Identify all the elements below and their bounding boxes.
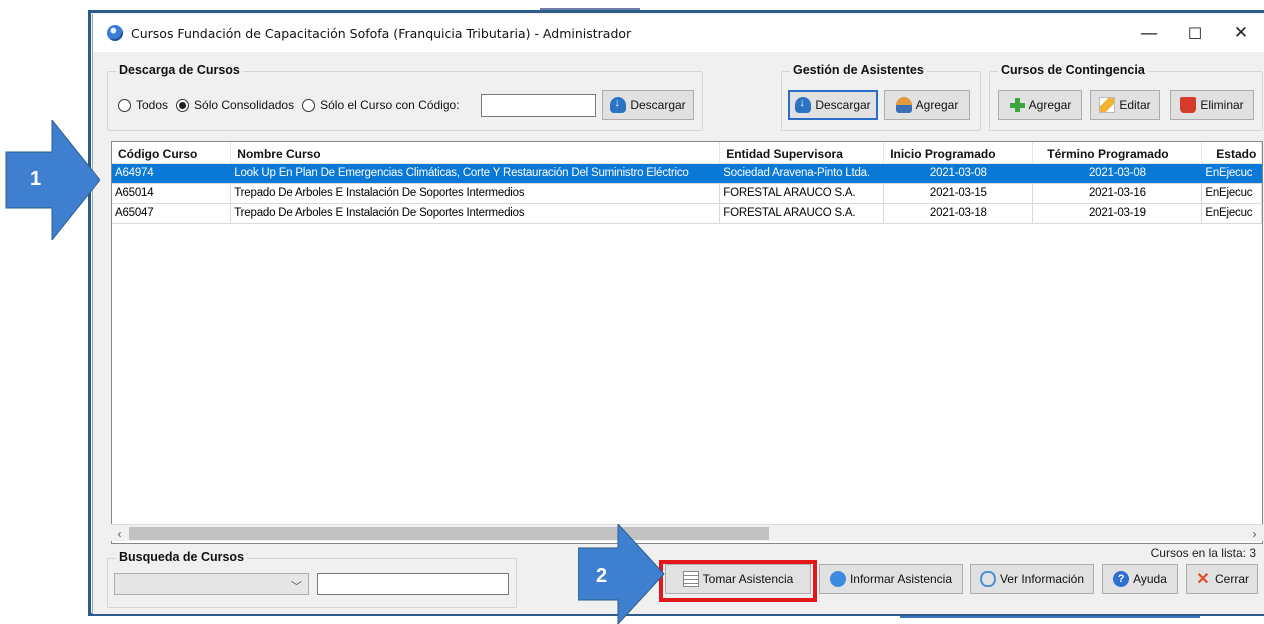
app-globe-icon [107, 25, 123, 41]
radio-label: Todos [136, 98, 169, 112]
users-icon [895, 97, 912, 113]
horizontal-scrollbar[interactable]: ‹ › [111, 524, 1263, 541]
cell-start: 2021-03-08 [884, 164, 1034, 183]
scroll-left-icon[interactable]: ‹ [111, 525, 128, 542]
title-bar[interactable]: Cursos Fundación de Capacitación Sofofa … [93, 14, 1264, 52]
column-header[interactable]: Inicio Programado [884, 142, 1034, 163]
view-info-button[interactable]: Ver Información [970, 564, 1094, 594]
button-label: Ver Información [999, 572, 1085, 586]
button-label: Editar [1119, 98, 1151, 112]
cell-code: A65047 [112, 204, 232, 223]
button-label: Ayuda [1133, 572, 1167, 586]
group-title: Gestión de Asistentes [790, 63, 927, 77]
cell-status: EnEjecuc [1202, 184, 1262, 203]
plus-icon [1009, 97, 1025, 113]
column-header[interactable]: Entidad Supervisora [720, 142, 885, 163]
search-field-select[interactable]: ﹀ [114, 573, 309, 595]
cell-name: Trepado De Arboles E Instalación De Sopo… [231, 204, 721, 223]
radio-label: Sólo Consolidados [194, 98, 295, 112]
pencil-icon [1099, 97, 1116, 113]
radio-solo-codigo[interactable] [302, 98, 316, 112]
cell-start: 2021-03-15 [884, 184, 1034, 203]
course-code-input[interactable] [481, 94, 596, 117]
add-attendee-button[interactable]: Agregar [884, 90, 970, 120]
trash-icon [1180, 97, 1197, 113]
table-row[interactable]: A65047 Trepado De Arboles E Instalación … [112, 204, 1262, 224]
cell-status: EnEjecuc [1202, 164, 1262, 183]
contingency-courses-group: Cursos de Contingencia Agregar Editar El… [989, 63, 1263, 131]
button-label: Descargar [815, 98, 871, 112]
search-courses-group: Busqueda de Cursos ﹀ [107, 550, 517, 608]
eye-icon [979, 571, 996, 587]
column-header[interactable]: Término Programado [1033, 142, 1203, 163]
help-icon: ? [1113, 571, 1130, 587]
group-title: Busqueda de Cursos [116, 550, 248, 564]
cell-end: 2021-03-08 [1033, 164, 1203, 183]
cloud-download-icon [610, 97, 627, 113]
column-header[interactable]: Estado [1202, 142, 1262, 163]
cell-code: A64974 [112, 164, 232, 183]
download-courses-group: Descarga de Cursos Todos Sólo Consolidad… [107, 63, 703, 131]
radio-todos[interactable] [118, 98, 131, 112]
column-header[interactable]: Nombre Curso [231, 142, 721, 163]
radio-solo-consolidados[interactable] [176, 98, 190, 112]
cell-entity: FORESTAL ARAUCO S.A. [720, 184, 885, 203]
radio-label: Sólo el Curso con Código: [320, 98, 460, 112]
cell-name: Trepado De Arboles E Instalación De Sopo… [231, 184, 721, 203]
close-window-button[interactable]: ✕ [1218, 14, 1264, 52]
callout-number-2: 2 [596, 565, 608, 587]
cell-start: 2021-03-18 [884, 204, 1034, 223]
cell-status: EnEjecuc [1202, 204, 1262, 223]
button-label: Agregar [915, 98, 959, 112]
cell-code: A65014 [112, 184, 232, 203]
search-input[interactable] [317, 573, 509, 595]
minimize-button[interactable]: — [1126, 14, 1172, 52]
download-options: Todos Sólo Consolidados Sólo el Curso co… [118, 98, 468, 112]
cell-name: Look Up En Plan De Emergencias Climática… [231, 164, 721, 183]
cell-entity: Sociedad Aravena-Pinto Ltda. [720, 164, 885, 183]
callout-arrow-2 [578, 524, 665, 624]
courses-grid[interactable]: Código Curso Nombre Curso Entidad Superv… [111, 141, 1263, 544]
attendees-management-group: Gestión de Asistentes Descargar Agregar [781, 63, 981, 131]
close-icon: ✕ [1196, 571, 1210, 588]
send-icon [829, 571, 846, 587]
scrollbar-thumb[interactable] [129, 527, 769, 540]
table-row[interactable]: A65014 Trepado De Arboles E Instalación … [112, 184, 1262, 204]
cell-end: 2021-03-19 [1033, 204, 1203, 223]
main-window: Cursos Fundación de Capacitación Sofofa … [92, 14, 1264, 614]
cell-entity: FORESTAL ARAUCO S.A. [720, 204, 885, 223]
download-attendees-button[interactable]: Descargar [788, 90, 878, 120]
scroll-right-icon[interactable]: › [1246, 525, 1263, 542]
grid-header: Código Curso Nombre Curso Entidad Superv… [112, 142, 1262, 164]
maximize-button[interactable]: ☐ [1172, 14, 1218, 52]
callout-number-1: 1 [30, 168, 42, 190]
group-title: Descarga de Cursos [116, 63, 243, 77]
group-title: Cursos de Contingencia [998, 63, 1148, 77]
button-label: Agregar [1028, 98, 1072, 112]
add-contingency-button[interactable]: Agregar [998, 90, 1082, 120]
button-label: Eliminar [1200, 98, 1244, 112]
courses-count-label: Cursos en la lista: 3 [1150, 546, 1256, 560]
table-row[interactable]: A64974 Look Up En Plan De Emergencias Cl… [112, 164, 1262, 184]
chevron-down-icon: ﹀ [291, 581, 302, 593]
close-button[interactable]: ✕ Cerrar [1186, 564, 1258, 594]
edit-contingency-button[interactable]: Editar [1090, 90, 1160, 120]
help-button[interactable]: ? Ayuda [1102, 564, 1178, 594]
report-attendance-button[interactable]: Informar Asistencia [819, 564, 963, 594]
download-courses-button[interactable]: Descargar [602, 90, 694, 120]
button-label: Informar Asistencia [849, 572, 953, 586]
window-title: Cursos Fundación de Capacitación Sofofa … [131, 25, 632, 41]
cloud-download-icon [795, 97, 812, 113]
button-label: Descargar [630, 98, 686, 112]
callout-arrow-1 [5, 120, 100, 240]
highlight-box [659, 560, 817, 602]
cell-end: 2021-03-16 [1033, 184, 1203, 203]
button-label: Cerrar [1214, 572, 1249, 586]
delete-contingency-button[interactable]: Eliminar [1170, 90, 1254, 120]
column-header[interactable]: Código Curso [112, 142, 232, 163]
